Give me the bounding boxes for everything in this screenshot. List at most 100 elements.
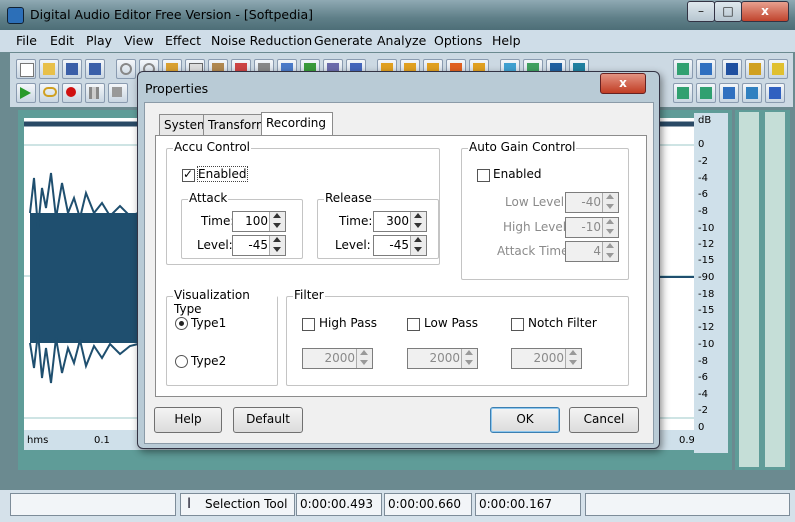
cursor-icon: I bbox=[187, 496, 192, 512]
menu-effect[interactable]: Effect bbox=[165, 33, 201, 48]
agc-low-level-spinner[interactable]: -40 bbox=[565, 192, 619, 213]
menu-options[interactable]: Options bbox=[434, 33, 482, 48]
new-file-button[interactable] bbox=[16, 59, 36, 79]
filter-band-button[interactable] bbox=[696, 83, 716, 103]
save-all-button[interactable] bbox=[85, 59, 105, 79]
menu-help[interactable]: Help bbox=[492, 33, 521, 48]
effect-wave-button[interactable] bbox=[673, 59, 693, 79]
maximize-button[interactable]: □ bbox=[714, 1, 742, 22]
db-tick: -2 bbox=[698, 405, 708, 416]
pause-button[interactable] bbox=[85, 83, 105, 103]
record-button[interactable] bbox=[62, 83, 82, 103]
attack-time-spinner[interactable]: 100 bbox=[232, 211, 286, 232]
cancel-button[interactable]: Cancel bbox=[569, 407, 639, 433]
filter-high-button[interactable] bbox=[719, 83, 739, 103]
spinner-arrows-icon[interactable] bbox=[602, 218, 618, 237]
ruler-label-0-1: 0.1 bbox=[94, 435, 110, 446]
spinner-arrows-icon[interactable] bbox=[269, 212, 285, 231]
agc-enabled-checkbox[interactable] bbox=[477, 169, 490, 182]
accu-enabled-checkbox[interactable]: ✓ bbox=[182, 167, 195, 182]
spinner-arrows-icon[interactable] bbox=[602, 242, 618, 261]
open-file-button[interactable] bbox=[39, 59, 59, 79]
menu-noise-reduction[interactable]: Noise Reduction bbox=[211, 33, 312, 48]
effect-special-button[interactable] bbox=[768, 59, 788, 79]
low-pass-value: 2000 bbox=[429, 351, 460, 365]
db-tick: -8 bbox=[698, 356, 708, 367]
menu-play[interactable]: Play bbox=[86, 33, 112, 48]
release-time-label: Time: bbox=[339, 214, 373, 228]
ruler-label-0-9: 0.9 bbox=[679, 435, 695, 446]
release-time-spinner[interactable]: 300 bbox=[373, 211, 427, 232]
close-button[interactable]: x bbox=[741, 1, 789, 22]
save-button[interactable] bbox=[62, 59, 82, 79]
effect-vocal-button[interactable] bbox=[745, 59, 765, 79]
attack-title: Attack bbox=[188, 191, 229, 205]
high-pass-value: 2000 bbox=[324, 351, 355, 365]
high-pass-label: High Pass bbox=[319, 316, 377, 330]
undo-button[interactable] bbox=[116, 59, 136, 79]
floppies-icon bbox=[89, 63, 101, 75]
notch-icon bbox=[746, 87, 758, 99]
minimize-button[interactable]: – bbox=[687, 1, 715, 22]
menu-file[interactable]: File bbox=[16, 33, 37, 48]
type1-label: Type1 bbox=[191, 316, 227, 330]
agc-attack-time-label: Attack Time: bbox=[497, 244, 573, 258]
tab-system[interactable]: System bbox=[159, 114, 209, 135]
ok-button[interactable]: OK bbox=[490, 407, 560, 433]
spinner-arrows-icon[interactable] bbox=[356, 349, 372, 368]
effect-flanger-button[interactable] bbox=[696, 59, 716, 79]
equalizer-button[interactable] bbox=[765, 83, 785, 103]
menu-analyze[interactable]: Analyze bbox=[377, 33, 426, 48]
low-pass-checkbox[interactable] bbox=[407, 318, 420, 331]
release-level-spinner[interactable]: -45 bbox=[373, 235, 427, 256]
attack-level-spinner[interactable]: -45 bbox=[232, 235, 286, 256]
db-tick: -15 bbox=[698, 255, 715, 266]
tab-recording[interactable]: Recording bbox=[261, 112, 333, 137]
db-tick: -4 bbox=[698, 173, 708, 184]
play-icon bbox=[20, 87, 31, 99]
db-tick: -4 bbox=[698, 389, 708, 400]
release-level-label: Level: bbox=[335, 238, 371, 252]
db-tick: 0 bbox=[698, 422, 705, 433]
type1-radio[interactable] bbox=[175, 317, 188, 330]
spinner-arrows-icon[interactable] bbox=[565, 349, 581, 368]
menu-view[interactable]: View bbox=[124, 33, 154, 48]
db-tick: -18 bbox=[698, 289, 715, 300]
notch-filter-checkbox[interactable] bbox=[511, 318, 524, 331]
play-button[interactable] bbox=[16, 83, 36, 103]
db-tick: -10 bbox=[698, 339, 715, 350]
spinner-arrows-icon[interactable] bbox=[461, 349, 477, 368]
high-pass-checkbox[interactable] bbox=[302, 318, 315, 331]
dialog-title: Properties bbox=[145, 81, 209, 96]
db-tick: -10 bbox=[698, 223, 715, 234]
loop-button[interactable] bbox=[39, 83, 59, 103]
db-scale: dB 0 -2 -4 -6 -8 -10 -12 -15 -90 -18 -15… bbox=[694, 113, 728, 453]
attack-group: Attack Time: 100 Level: -45 bbox=[181, 191, 303, 259]
high-pass-spinner[interactable]: 2000 bbox=[302, 348, 373, 369]
default-button[interactable]: Default bbox=[233, 407, 303, 433]
auto-gain-control-group: Auto Gain Control Enabled Low Level: -40… bbox=[461, 140, 629, 280]
agc-high-level-spinner[interactable]: -10 bbox=[565, 217, 619, 238]
menu-edit[interactable]: Edit bbox=[50, 33, 74, 48]
dialog-close-button[interactable]: x bbox=[600, 73, 646, 94]
menu-generate[interactable]: Generate bbox=[314, 33, 372, 48]
type2-radio[interactable] bbox=[175, 355, 188, 368]
agc-attack-time-spinner[interactable]: 4 bbox=[565, 241, 619, 262]
spinner-arrows-icon[interactable] bbox=[410, 212, 426, 231]
notch-filter-spinner[interactable]: 2000 bbox=[511, 348, 582, 369]
filter-low-button[interactable] bbox=[673, 83, 693, 103]
low-pass-spinner[interactable]: 2000 bbox=[407, 348, 478, 369]
document-icon bbox=[20, 63, 34, 77]
effect-noise-button[interactable] bbox=[722, 59, 742, 79]
spinner-arrows-icon[interactable] bbox=[269, 236, 285, 255]
filter-notch-button[interactable] bbox=[742, 83, 762, 103]
db-tick: -12 bbox=[698, 322, 715, 333]
status-panel-right bbox=[585, 493, 790, 516]
stop-button[interactable] bbox=[108, 83, 128, 103]
spinner-arrows-icon[interactable] bbox=[602, 193, 618, 212]
accu-enabled-label[interactable]: Enabled bbox=[197, 166, 248, 182]
check-icon: ✓ bbox=[183, 167, 194, 181]
spinner-arrows-icon[interactable] bbox=[410, 236, 426, 255]
help-button[interactable]: Help bbox=[154, 407, 222, 433]
tab-transform[interactable]: Transform bbox=[203, 114, 268, 135]
